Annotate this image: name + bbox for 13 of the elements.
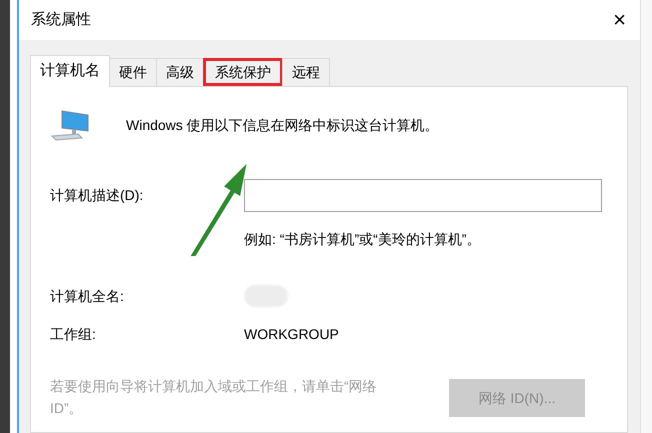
join-hint-text: 若要使用向导将计算机加入域或工作组，请单击“网络 ID”。 — [50, 377, 378, 418]
tab[interactable]: 系统保护 — [203, 58, 283, 86]
full-name-label: 计算机全名: — [50, 286, 125, 306]
workgroup-value: WORKGROUP — [244, 325, 339, 344]
tab[interactable]: 远程 — [282, 58, 330, 86]
intro-text: Windows 使用以下信息在网络中标识这台计算机。 — [126, 116, 439, 134]
workgroup-label: 工作组: — [50, 325, 97, 344]
description-label: 计算机描述(D): — [50, 186, 144, 205]
close-button[interactable]: × — [609, 9, 630, 31]
description-field[interactable] — [244, 178, 602, 212]
example-text: 例如: “书房计算机”或“美玲的计算机”。 — [244, 230, 480, 249]
window-title: 系统属性 — [31, 10, 91, 30]
tab[interactable]: 计算机名 — [30, 55, 110, 87]
